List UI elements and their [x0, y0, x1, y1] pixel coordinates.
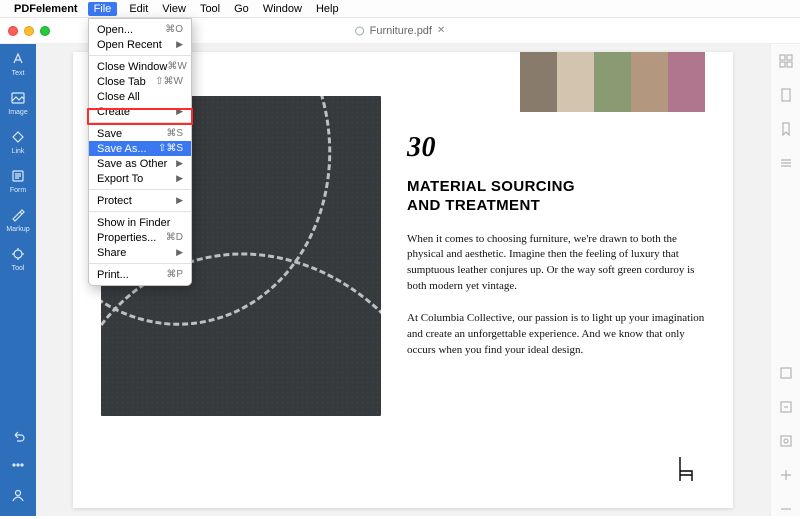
link-tool[interactable]: Link — [4, 128, 32, 155]
rail-icon-c[interactable] — [779, 434, 793, 448]
menu-separator — [89, 55, 191, 56]
submenu-arrow-icon: ▶ — [176, 106, 183, 117]
decorative-image-strip — [520, 52, 705, 112]
menu-open[interactable]: Open...⌘O — [89, 22, 191, 37]
outline-panel-icon[interactable] — [779, 156, 793, 170]
wrench-icon — [9, 245, 27, 263]
menu-print[interactable]: Print...⌘P — [89, 267, 191, 282]
menu-export-to[interactable]: Export To▶ — [89, 171, 191, 186]
markup-icon — [9, 206, 27, 224]
menu-tool[interactable]: Tool — [198, 3, 222, 15]
image-tool[interactable]: Image — [4, 89, 32, 116]
text-tool[interactable]: Text — [4, 50, 32, 77]
document-title: Furniture.pdf — [370, 25, 432, 37]
image-icon — [9, 89, 27, 107]
menu-open-recent[interactable]: Open Recent▶ — [89, 37, 191, 52]
link-icon — [9, 128, 27, 146]
page-panel-icon[interactable] — [779, 88, 793, 102]
file-dropdown-menu: Open...⌘O Open Recent▶ Close Window⌘W Cl… — [88, 18, 192, 286]
menu-close-tab[interactable]: Close Tab⇧⌘W — [89, 74, 191, 89]
bookmark-icon[interactable] — [779, 122, 793, 136]
menu-help[interactable]: Help — [314, 3, 341, 15]
menu-view[interactable]: View — [160, 3, 188, 15]
menu-save-as[interactable]: Save As...⇧⌘S — [89, 141, 191, 156]
mac-menubar: PDFelement File Edit View Tool Go Window… — [0, 0, 800, 18]
app-name[interactable]: PDFelement — [14, 3, 78, 15]
body-paragraph: When it comes to choosing furniture, we'… — [407, 232, 705, 296]
menu-protect[interactable]: Protect▶ — [89, 193, 191, 208]
menu-close-all[interactable]: Close All — [89, 89, 191, 104]
rail-icon-b[interactable] — [779, 400, 793, 414]
user-tool[interactable] — [4, 486, 32, 504]
body-paragraph: At Columbia Collective, our passion is t… — [407, 311, 705, 359]
window-close-button[interactable] — [8, 26, 18, 36]
window-zoom-button[interactable] — [40, 26, 50, 36]
menu-properties[interactable]: Properties...⌘D — [89, 230, 191, 245]
submenu-arrow-icon: ▶ — [176, 39, 183, 50]
form-tool[interactable]: Form — [4, 167, 32, 194]
submenu-arrow-icon: ▶ — [176, 195, 183, 206]
rail-icon-a[interactable] — [779, 366, 793, 380]
form-icon — [9, 167, 27, 185]
traffic-lights — [8, 26, 50, 36]
menu-save-as-other[interactable]: Save as Other▶ — [89, 156, 191, 171]
menu-create[interactable]: Create▶ — [89, 104, 191, 119]
thumbnails-icon[interactable] — [779, 54, 793, 68]
menu-window[interactable]: Window — [261, 3, 304, 15]
right-rail — [770, 44, 800, 516]
add-icon[interactable] — [779, 468, 793, 482]
markup-tool[interactable]: Markup — [4, 206, 32, 233]
submenu-arrow-icon: ▶ — [176, 158, 183, 169]
menu-file[interactable]: File — [88, 2, 118, 16]
undo-tool[interactable] — [4, 426, 32, 444]
minus-icon[interactable] — [779, 502, 793, 516]
undo-icon — [9, 426, 27, 444]
menu-go[interactable]: Go — [232, 3, 251, 15]
submenu-arrow-icon: ▶ — [176, 173, 183, 184]
section-title: MATERIAL SOURCING AND TREATMENT — [407, 178, 705, 216]
document-tab[interactable]: Furniture.pdf ✕ — [355, 25, 446, 37]
menu-separator — [89, 263, 191, 264]
more-icon — [9, 456, 27, 474]
window-minimize-button[interactable] — [24, 26, 34, 36]
menu-separator — [89, 211, 191, 212]
user-icon — [9, 486, 27, 504]
menu-separator — [89, 189, 191, 190]
menu-show-in-finder[interactable]: Show in Finder — [89, 215, 191, 230]
text-icon — [9, 50, 27, 68]
menu-save[interactable]: Save⌘S — [89, 126, 191, 141]
menu-close-window[interactable]: Close Window⌘W — [89, 59, 191, 74]
submenu-arrow-icon: ▶ — [176, 247, 183, 258]
menu-separator — [89, 122, 191, 123]
more-tool[interactable] — [4, 456, 32, 474]
section-number: 30 — [407, 132, 705, 164]
menu-edit[interactable]: Edit — [127, 3, 150, 15]
menu-share[interactable]: Share▶ — [89, 245, 191, 260]
tab-close-icon[interactable]: ✕ — [437, 25, 445, 36]
chair-icon — [675, 455, 697, 488]
left-sidebar: Text Image Link Form Markup Tool — [0, 44, 36, 516]
document-icon — [355, 26, 365, 36]
tool-tool[interactable]: Tool — [4, 245, 32, 272]
